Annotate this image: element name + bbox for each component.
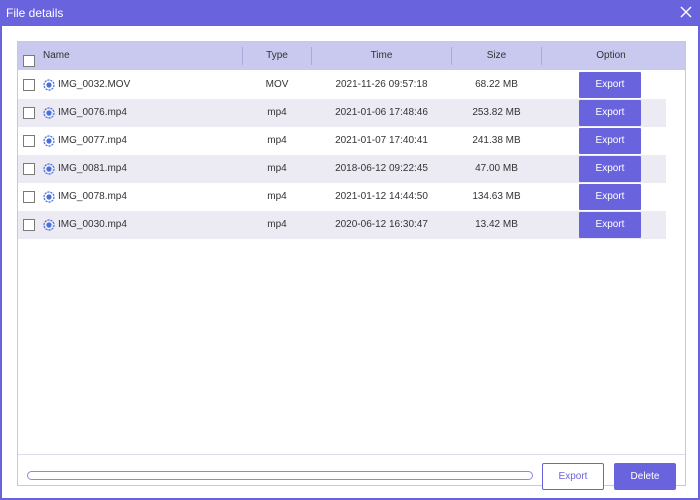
video-file-icon (43, 135, 55, 147)
row-export-button[interactable]: Export (579, 100, 641, 126)
window-title: File details (6, 6, 64, 20)
table-row[interactable]: IMG_0076.mp4 mp4 2021-01-06 17:48:46 253… (18, 99, 666, 127)
video-file-icon (43, 191, 55, 203)
file-size: 134.63 MB (472, 191, 521, 202)
file-type: MOV (265, 79, 289, 90)
table-row[interactable]: IMG_0030.mp4 mp4 2020-06-12 16:30:47 13.… (18, 211, 666, 239)
file-name: IMG_0081.mp4 (58, 163, 127, 174)
row-checkbox[interactable] (23, 219, 35, 231)
file-size: 47.00 MB (475, 163, 518, 174)
file-type: mp4 (267, 191, 287, 202)
table-header: Name Type Time Size Option (18, 42, 685, 70)
file-name: IMG_0032.MOV (58, 79, 131, 90)
file-name: IMG_0030.mp4 (58, 219, 127, 230)
row-export-button[interactable]: Export (579, 184, 641, 210)
column-header-type: Type (266, 50, 288, 61)
progress-bar (27, 471, 533, 480)
file-time: 2021-01-07 17:40:41 (335, 135, 428, 146)
file-table-panel: Name Type Time Size Option IMG_0032.MOV … (17, 41, 686, 490)
row-export-button[interactable]: Export (579, 212, 641, 238)
column-header-option: Option (596, 50, 626, 61)
table-row[interactable]: IMG_0078.mp4 mp4 2021-01-12 14:44:50 134… (18, 183, 666, 211)
video-file-icon (43, 107, 55, 119)
row-checkbox[interactable] (23, 135, 35, 147)
video-file-icon (43, 79, 55, 91)
file-type: mp4 (267, 163, 287, 174)
video-file-icon (43, 163, 55, 175)
file-time: 2021-01-06 17:48:46 (335, 107, 428, 118)
file-name: IMG_0077.mp4 (58, 135, 127, 146)
footer-divider (18, 454, 685, 455)
table-row[interactable]: IMG_0081.mp4 mp4 2018-06-12 09:22:45 47.… (18, 155, 666, 183)
table-row[interactable]: IMG_0077.mp4 mp4 2021-01-07 17:40:41 241… (18, 127, 666, 155)
row-export-button[interactable]: Export (579, 72, 641, 98)
delete-button[interactable]: Delete (614, 463, 676, 490)
dialog-content: Name Type Time Size Option IMG_0032.MOV … (2, 26, 698, 498)
file-type: mp4 (267, 107, 287, 118)
file-time: 2018-06-12 09:22:45 (335, 163, 428, 174)
title-bar: File details (0, 0, 700, 26)
file-details-window: File details Name Type Time Size Option (0, 0, 700, 500)
row-export-button[interactable]: Export (579, 128, 641, 154)
file-name: IMG_0076.mp4 (58, 107, 127, 118)
select-all-checkbox[interactable] (23, 55, 35, 67)
file-size: 68.22 MB (475, 79, 518, 90)
close-icon (680, 6, 692, 18)
file-size: 241.38 MB (472, 135, 521, 146)
close-button[interactable] (678, 4, 694, 20)
file-type: mp4 (267, 135, 287, 146)
file-name: IMG_0078.mp4 (58, 191, 127, 202)
column-header-name: Name (43, 50, 70, 61)
file-type: mp4 (267, 219, 287, 230)
video-file-icon (43, 219, 55, 231)
column-header-time: Time (370, 50, 393, 61)
file-time: 2020-06-12 16:30:47 (335, 219, 428, 230)
row-checkbox[interactable] (23, 107, 35, 119)
row-checkbox[interactable] (23, 163, 35, 175)
table-row[interactable]: IMG_0032.MOV MOV 2021-11-26 09:57:18 68.… (18, 71, 666, 99)
export-button[interactable]: Export (542, 463, 604, 490)
file-size: 253.82 MB (472, 107, 521, 118)
row-checkbox[interactable] (23, 79, 35, 91)
row-checkbox[interactable] (23, 191, 35, 203)
file-size: 13.42 MB (475, 219, 518, 230)
file-time: 2021-01-12 14:44:50 (335, 191, 428, 202)
file-time: 2021-11-26 09:57:18 (335, 79, 428, 90)
row-export-button[interactable]: Export (579, 156, 641, 182)
column-header-size: Size (486, 50, 507, 61)
